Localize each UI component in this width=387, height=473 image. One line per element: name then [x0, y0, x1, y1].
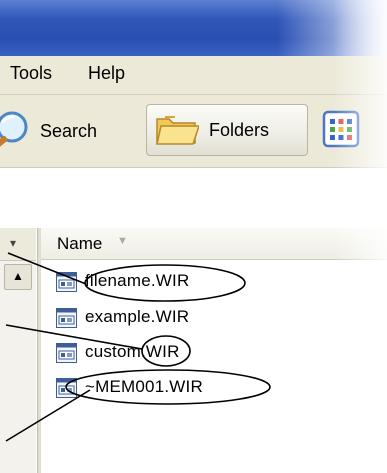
file-name: custom.WIR — [85, 342, 180, 361]
column-header-name[interactable]: Name ▼ — [41, 228, 387, 260]
sort-arrow-icon: ▼ — [117, 235, 128, 247]
folders-button[interactable]: Folders — [146, 104, 308, 156]
file-name: example.WIR — [85, 307, 190, 326]
search-label: Search — [40, 121, 98, 141]
file-name: ~MEM001.WIR — [85, 377, 203, 396]
scroll-up-button[interactable]: ▲ — [4, 264, 32, 290]
menu-tools[interactable]: Tools — [10, 63, 52, 84]
search-icon — [0, 111, 28, 148]
file-name: filename.WIR — [85, 271, 190, 290]
file-row[interactable]: filename.WIR — [41, 268, 387, 298]
wir-file-icon — [56, 272, 77, 292]
file-row[interactable]: ~MEM001.WIR — [41, 374, 387, 404]
scroll-up-icon: ▲ — [12, 269, 24, 283]
title-bar — [0, 0, 387, 56]
column-header-label: Name — [57, 234, 103, 253]
file-row[interactable]: custom.WIR — [41, 339, 387, 369]
file-list: Name ▼ filename.WIR example.WIR custom.W… — [41, 228, 387, 473]
wir-file-icon — [56, 308, 77, 328]
toolbar: Search Folders — [0, 95, 387, 168]
address-area — [0, 168, 387, 228]
folder-tree-pane: ▾ ▲ — [0, 228, 36, 473]
wir-file-icon — [56, 378, 77, 398]
file-row[interactable]: example.WIR — [41, 304, 387, 334]
views-icon — [322, 110, 360, 148]
folders-label: Folders — [209, 120, 270, 140]
views-button[interactable] — [322, 107, 382, 151]
menu-bar: Tools Help — [0, 56, 387, 95]
folder-icon — [156, 116, 199, 145]
wir-file-icon — [56, 343, 77, 363]
title-bar-fade — [277, 0, 387, 56]
folder-pane-header: ▾ — [0, 228, 36, 261]
menu-help[interactable]: Help — [88, 63, 125, 84]
dropdown-arrow-icon[interactable]: ▾ — [10, 236, 20, 250]
search-button[interactable]: Search — [0, 109, 140, 153]
